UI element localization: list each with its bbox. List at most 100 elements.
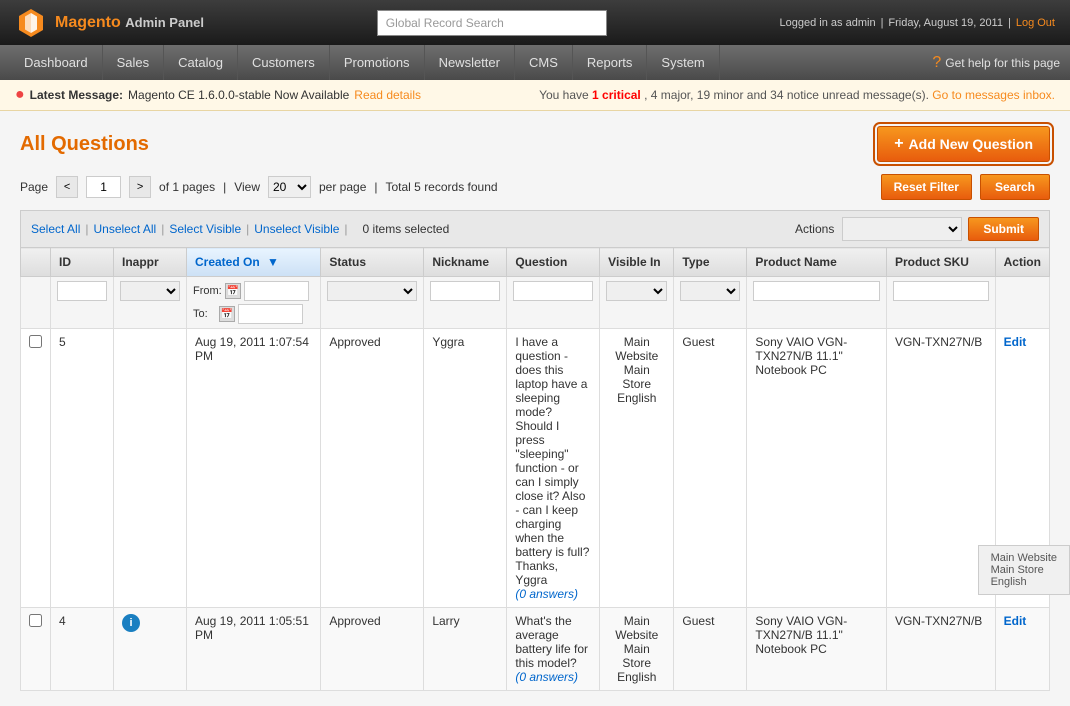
row1-checkbox[interactable] bbox=[29, 335, 42, 348]
filter-status-select[interactable]: Approved Pending Rejected bbox=[327, 281, 417, 301]
th-product-sku[interactable]: Product SKU bbox=[886, 248, 995, 277]
select-all-link[interactable]: Select All bbox=[31, 222, 80, 236]
filter-product-name-cell bbox=[747, 277, 887, 329]
sort-arrow-icon: ▼ bbox=[267, 255, 279, 269]
filter-visible-in-select[interactable] bbox=[606, 281, 667, 301]
row2-answers-link[interactable]: (0 answers) bbox=[515, 670, 578, 684]
main-nav: Dashboard Sales Catalog Customers Promot… bbox=[0, 45, 1070, 80]
of-pages-label: of 1 pages bbox=[159, 180, 215, 194]
filter-product-name-input[interactable] bbox=[753, 281, 880, 301]
help-icon: ? bbox=[932, 54, 941, 72]
th-created-on[interactable]: Created On ▼ bbox=[187, 248, 321, 277]
nav-item-sales[interactable]: Sales bbox=[103, 45, 165, 80]
submit-button[interactable]: Submit bbox=[968, 217, 1039, 241]
row2-product-sku: VGN-TXN27N/B bbox=[886, 608, 995, 691]
filter-question-input[interactable] bbox=[513, 281, 593, 301]
th-inappr[interactable]: Inappr bbox=[114, 248, 187, 277]
actions-label: Actions bbox=[795, 222, 834, 236]
nav-item-cms[interactable]: CMS bbox=[515, 45, 573, 80]
row1-visible-in: Main WebsiteMain StoreEnglish bbox=[600, 329, 674, 608]
nav-item-dashboard[interactable]: Dashboard bbox=[10, 45, 103, 80]
logo-brand: Magento Admin Panel bbox=[55, 14, 204, 32]
pagination-row: Page < > of 1 pages | View 20 50 100 per… bbox=[20, 174, 1050, 200]
filter-date-to: To: 📅 bbox=[193, 304, 314, 324]
filter-question-cell bbox=[507, 277, 600, 329]
inbox-link[interactable]: Go to messages inbox. bbox=[932, 88, 1055, 102]
message-dot: ● bbox=[15, 86, 25, 104]
th-nickname[interactable]: Nickname bbox=[424, 248, 507, 277]
calendar-from-icon[interactable]: 📅 bbox=[225, 283, 241, 299]
row2-type: Guest bbox=[674, 608, 747, 691]
row1-edit-link[interactable]: Edit bbox=[1004, 335, 1027, 349]
filter-inappr-cell: Yes No bbox=[114, 277, 187, 329]
page-number-input[interactable] bbox=[86, 176, 121, 198]
th-type[interactable]: Type bbox=[674, 248, 747, 277]
filter-date-from-input[interactable] bbox=[244, 281, 309, 301]
per-page-select[interactable]: 20 50 100 bbox=[268, 176, 311, 198]
filter-inappr-select-container: Yes No bbox=[120, 281, 180, 301]
nav-item-newsletter[interactable]: Newsletter bbox=[425, 45, 515, 80]
filter-date-to-input[interactable] bbox=[238, 304, 303, 324]
next-page-button[interactable]: > bbox=[129, 176, 151, 198]
read-details-link[interactable]: Read details bbox=[354, 88, 421, 102]
filter-nickname-input[interactable] bbox=[430, 281, 500, 301]
th-product-name[interactable]: Product Name bbox=[747, 248, 887, 277]
filter-inappr-select[interactable]: Yes No bbox=[120, 281, 180, 301]
add-new-question-button[interactable]: Add New Question bbox=[877, 126, 1050, 162]
footer-store-text: Main Website Main Store English bbox=[991, 552, 1057, 588]
row2-checkbox[interactable] bbox=[29, 614, 42, 627]
table-body: 5 Aug 19, 2011 1:07:54 PM Approved Yggra… bbox=[21, 329, 1050, 691]
view-label: View bbox=[234, 180, 260, 194]
filter-created-on-cell: From: 📅 To: 📅 bbox=[187, 277, 321, 329]
filter-id-input[interactable] bbox=[57, 281, 107, 301]
th-status[interactable]: Status bbox=[321, 248, 424, 277]
nav-item-catalog[interactable]: Catalog bbox=[164, 45, 238, 80]
reset-filter-button[interactable]: Reset Filter bbox=[881, 174, 972, 200]
row1-status: Approved bbox=[321, 329, 424, 608]
filter-product-sku-input[interactable] bbox=[893, 281, 989, 301]
inappr-icon: i bbox=[122, 614, 140, 632]
filter-row: Yes No From: 📅 To: 📅 bbox=[21, 277, 1050, 329]
row1-created-on: Aug 19, 2011 1:07:54 PM bbox=[187, 329, 321, 608]
table-header-row: ID Inappr Created On ▼ Status Nickname Q… bbox=[21, 248, 1050, 277]
search-button[interactable]: Search bbox=[980, 174, 1050, 200]
row1-product-name: Sony VAIO VGN-TXN27N/B 11.1" Notebook PC bbox=[747, 329, 887, 608]
row2-edit-link[interactable]: Edit bbox=[1004, 614, 1027, 628]
row2-checkbox-cell bbox=[21, 608, 51, 691]
global-search-input[interactable] bbox=[377, 10, 607, 36]
th-question[interactable]: Question bbox=[507, 248, 600, 277]
row1-checkbox-cell bbox=[21, 329, 51, 608]
logout-link[interactable]: Log Out bbox=[1016, 17, 1055, 29]
nav-item-system[interactable]: System bbox=[647, 45, 719, 80]
unselect-all-link[interactable]: Unselect All bbox=[93, 222, 156, 236]
filter-status-cell: Approved Pending Rejected bbox=[321, 277, 424, 329]
unselect-visible-link[interactable]: Unselect Visible bbox=[254, 222, 339, 236]
calendar-to-icon[interactable]: 📅 bbox=[219, 306, 235, 322]
header: Magento Admin Panel Logged in as admin |… bbox=[0, 0, 1070, 45]
select-visible-link[interactable]: Select Visible bbox=[169, 222, 241, 236]
row1-inappr bbox=[114, 329, 187, 608]
message-prefix: Latest Message: bbox=[30, 88, 123, 102]
filter-type-select[interactable]: Guest Customer bbox=[680, 281, 740, 301]
nav-item-customers[interactable]: Customers bbox=[238, 45, 330, 80]
row2-inappr: i bbox=[114, 608, 187, 691]
items-selected-label: 0 items selected bbox=[363, 222, 450, 236]
message-rest: , 4 major, 19 minor and 34 notice unread… bbox=[644, 88, 929, 102]
date-text: Friday, August 19, 2011 bbox=[888, 17, 1003, 29]
table-row: 4 i Aug 19, 2011 1:05:51 PM Approved Lar… bbox=[21, 608, 1050, 691]
row1-answers-link[interactable]: (0 answers) bbox=[515, 587, 578, 601]
prev-page-button[interactable]: < bbox=[56, 176, 78, 198]
questions-table: ID Inappr Created On ▼ Status Nickname Q… bbox=[20, 247, 1050, 691]
th-id[interactable]: ID bbox=[51, 248, 114, 277]
row2-status: Approved bbox=[321, 608, 424, 691]
magento-logo-icon bbox=[15, 7, 47, 39]
th-visible-in[interactable]: Visible In bbox=[600, 248, 674, 277]
total-records: Total 5 records found bbox=[386, 180, 498, 194]
page-title: All Questions bbox=[20, 133, 149, 156]
actions-select[interactable]: Delete Approve Reject bbox=[842, 217, 962, 241]
nav-item-promotions[interactable]: Promotions bbox=[330, 45, 425, 80]
help-link[interactable]: ? Get help for this page bbox=[932, 54, 1060, 72]
row1-type: Guest bbox=[674, 329, 747, 608]
per-page-label: per page bbox=[319, 180, 366, 194]
nav-item-reports[interactable]: Reports bbox=[573, 45, 648, 80]
